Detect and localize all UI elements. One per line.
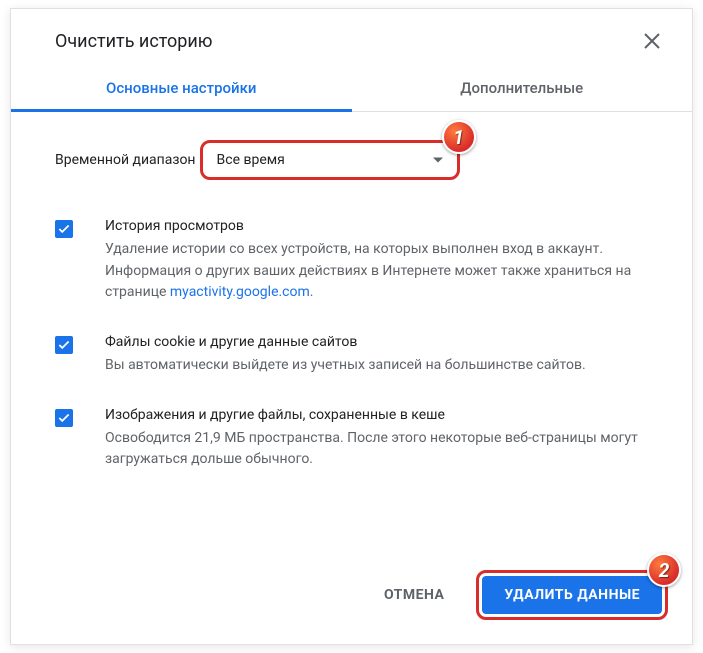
option-desc: Вы автоматически выйдете из учетных запи… <box>105 355 648 377</box>
tabs: Основные настройки Дополнительные <box>11 65 692 112</box>
time-range-dropdown-wrap: Все время 1 <box>200 140 460 180</box>
desc-suffix: . <box>310 284 314 300</box>
option-text: Файлы cookie и другие данные сайтов Вы а… <box>105 334 648 377</box>
option-text: История просмотров Удаление истории со в… <box>105 218 648 304</box>
option-text: Изображения и другие файлы, сохраненные … <box>105 407 648 471</box>
checkbox-cookies[interactable] <box>55 336 73 354</box>
option-cache: Изображения и другие файлы, сохраненные … <box>55 407 648 471</box>
dialog-content: Временной диапазон Все время 1 История п… <box>11 112 692 552</box>
annotation-badge-1: 1 <box>442 120 476 154</box>
time-range-label: Временной диапазон <box>55 152 196 168</box>
checkbox-browsing[interactable] <box>55 220 73 238</box>
dialog-header: Очистить историю <box>11 9 692 65</box>
tab-advanced[interactable]: Дополнительные <box>352 65 693 111</box>
time-range-value: Все время <box>217 152 285 168</box>
option-browsing-history: История просмотров Удаление истории со в… <box>55 218 648 304</box>
checkbox-cache[interactable] <box>55 409 73 427</box>
chevron-down-icon <box>433 158 443 163</box>
time-range-dropdown[interactable]: Все время <box>200 140 460 180</box>
close-icon[interactable] <box>640 29 664 53</box>
annotation-badge-2: 2 <box>647 553 681 587</box>
option-title: История просмотров <box>105 218 648 234</box>
option-desc: Удаление истории со всех устройств, на к… <box>105 239 648 304</box>
delete-button-highlight: УДАЛИТЬ ДАННЫЕ 2 <box>476 570 668 620</box>
myactivity-link[interactable]: myactivity.google.com <box>170 284 310 300</box>
option-cookies: Файлы cookie и другие данные сайтов Вы а… <box>55 334 648 377</box>
time-range-row: Временной диапазон Все время 1 <box>55 140 648 180</box>
delete-button[interactable]: УДАЛИТЬ ДАННЫЕ <box>482 576 662 614</box>
option-title: Изображения и другие файлы, сохраненные … <box>105 407 648 423</box>
dialog-title: Очистить историю <box>55 31 212 52</box>
clear-history-dialog: Очистить историю Основные настройки Допо… <box>10 8 693 645</box>
option-title: Файлы cookie и другие данные сайтов <box>105 334 648 350</box>
dialog-footer: ОТМЕНА УДАЛИТЬ ДАННЫЕ 2 <box>11 552 692 644</box>
option-desc: Освободится 21,9 МБ пространства. После … <box>105 428 648 471</box>
tab-basic[interactable]: Основные настройки <box>11 65 352 111</box>
cancel-button[interactable]: ОТМЕНА <box>366 577 462 613</box>
